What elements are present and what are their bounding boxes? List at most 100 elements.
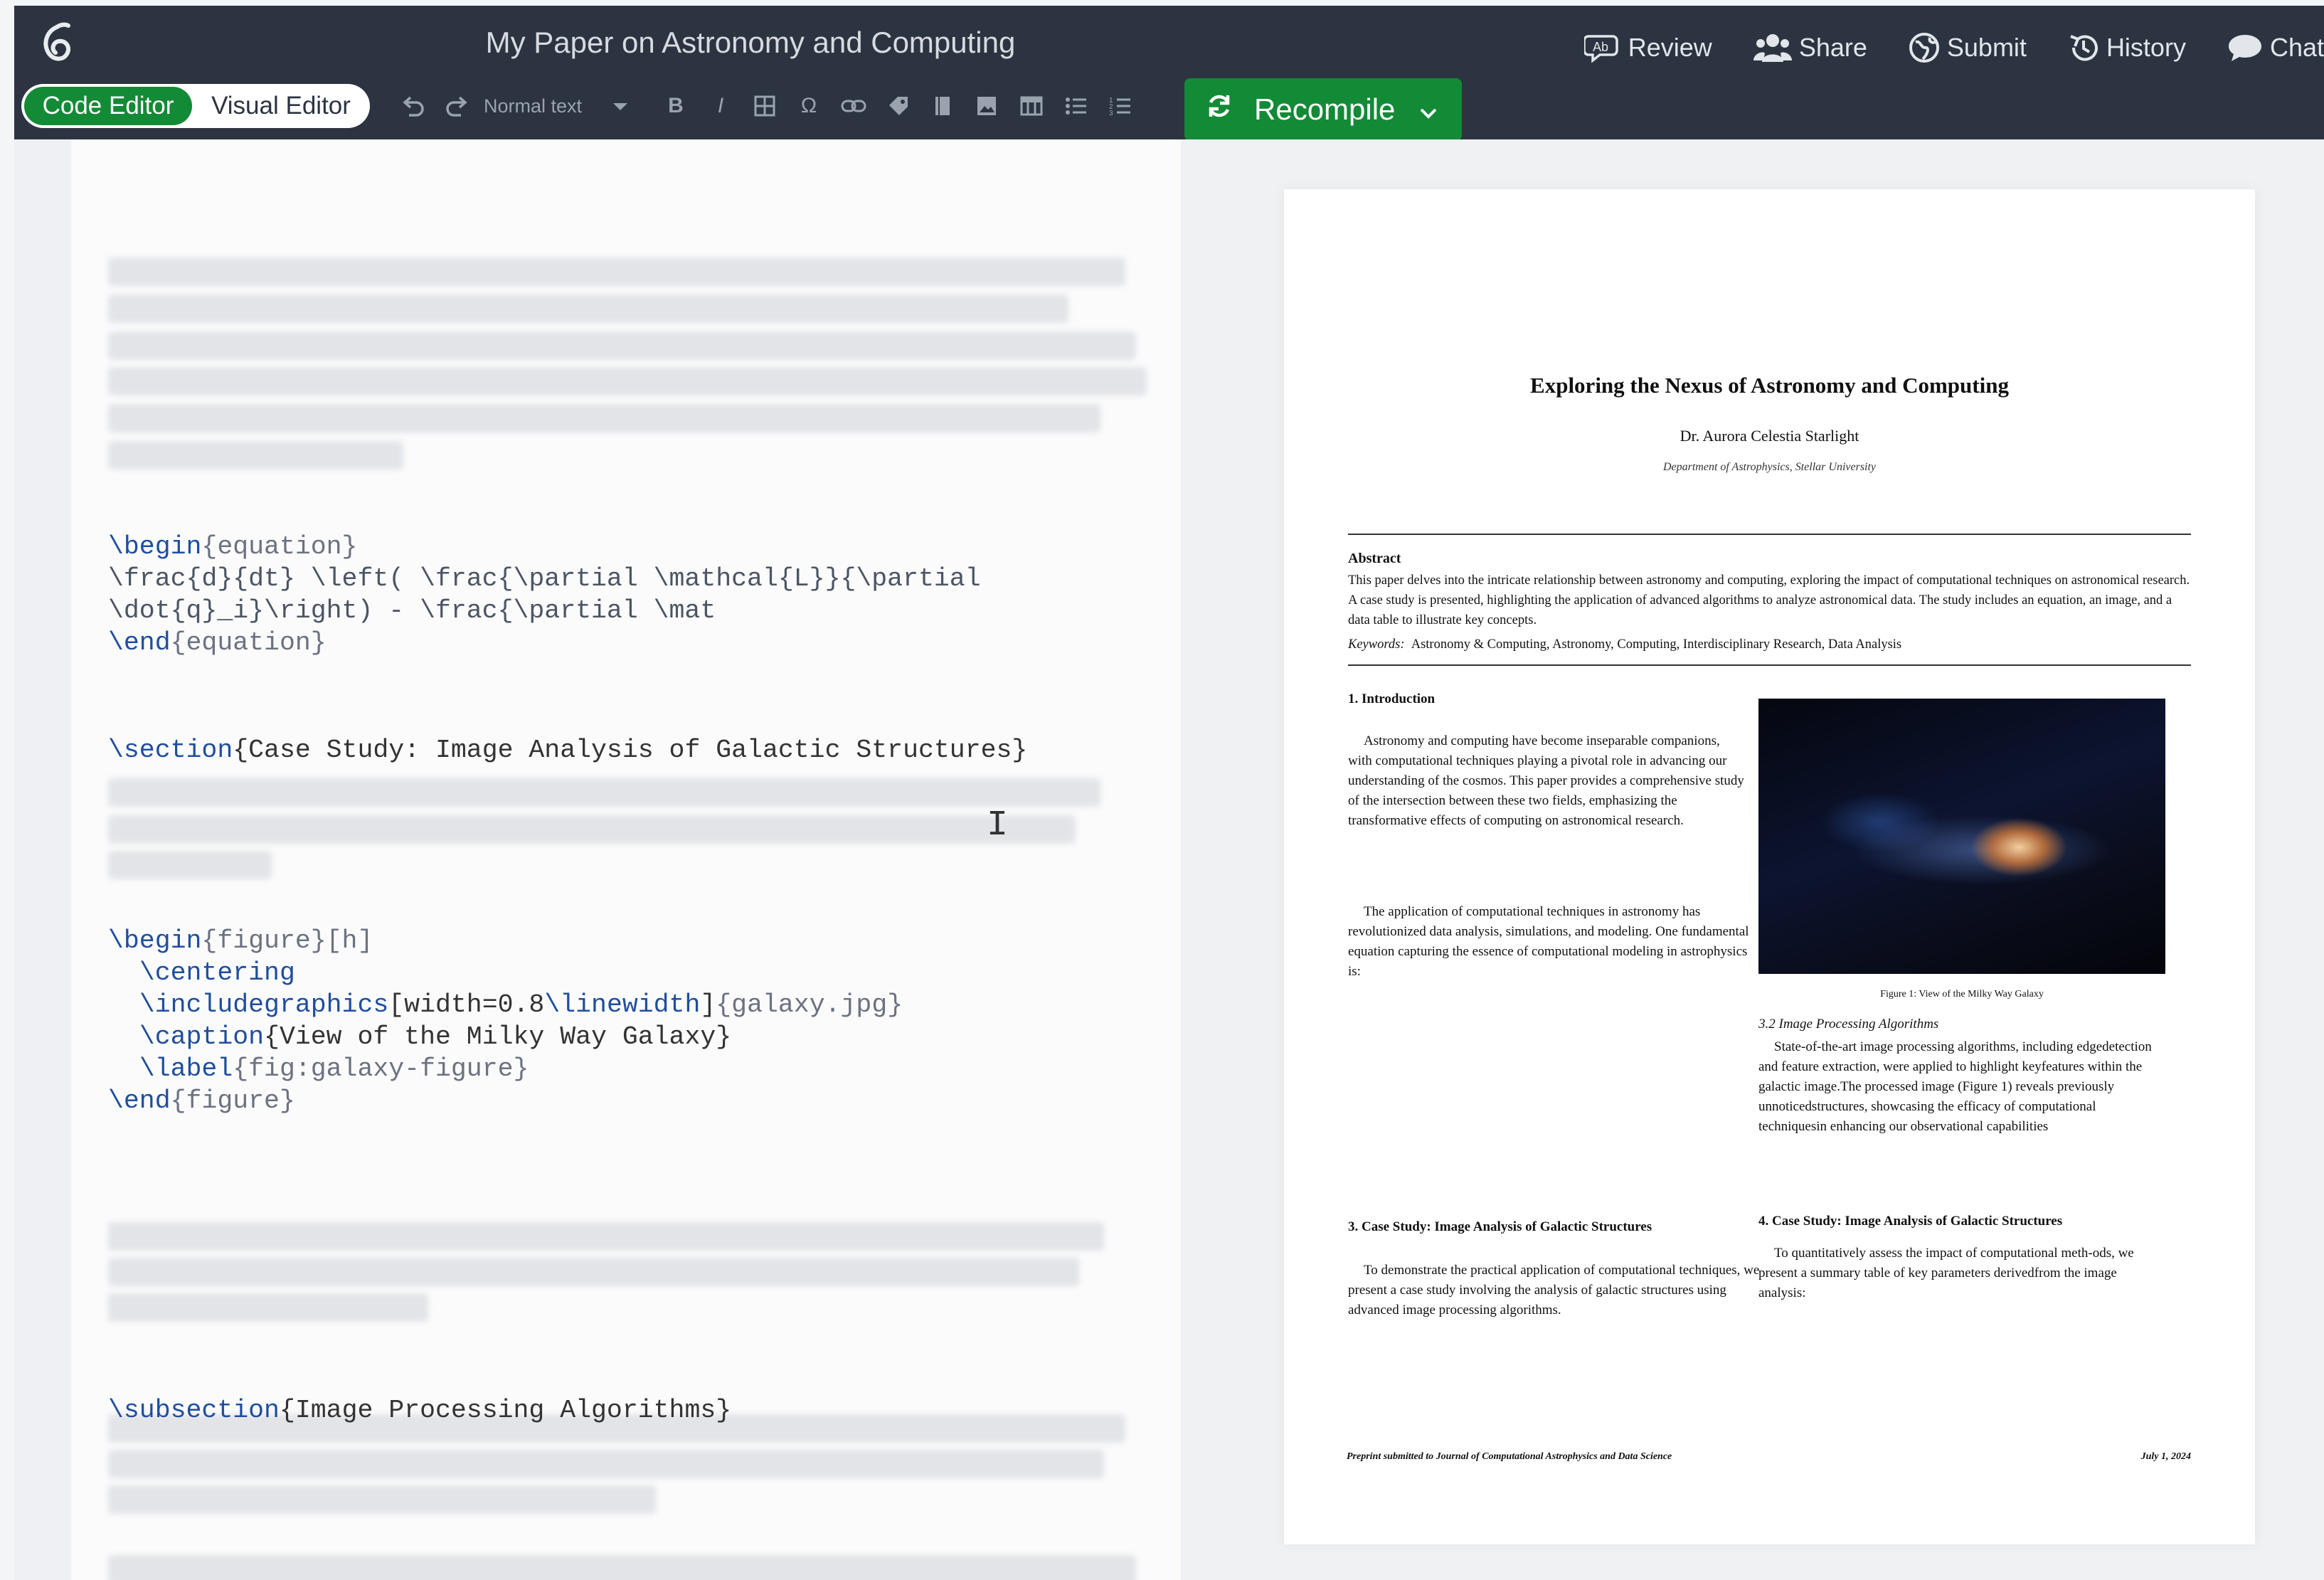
figure-code-block[interactable]: \begin{figure}[h] \centering \includegra… [108,925,903,1117]
top-actions: Ab Review Share Submit History Chat [1543,23,2324,73]
section-4-heading: 4. Case Study: Image Analysis of Galacti… [1758,1214,2063,1229]
chevron-down-icon[interactable] [1419,92,1438,127]
review-button[interactable]: Ab Review [1583,32,1712,63]
insert-symbol-button[interactable]: Ω [791,88,827,124]
keywords-line: Keywords: Astronomy & Computing, Astrono… [1348,635,2195,654]
paper-title: Exploring the Nexus of Astronomy and Com… [1530,373,2009,398]
code-token: {Image Processing Algorithms} [279,1396,732,1425]
italic-icon: I [717,94,724,117]
share-people-icon [1753,34,1792,62]
figure-caption: Figure 1: View of the Milky Way Galaxy [1880,989,2044,1000]
symbol-table-button[interactable] [747,88,782,124]
blurred-code-line [108,295,1068,323]
code-token: {Case Study: Image Analysis of Galactic … [233,736,1028,765]
equation-code-block[interactable]: \begin{equation} \frac{d}{dt} \left( \fr… [108,531,981,659]
code-token: \end [108,1086,171,1115]
galaxy-figure-image [1758,699,2165,974]
review-label: Review [1628,33,1712,62]
insert-link-button[interactable] [836,88,871,124]
section-3-text: To demonstrate the practical application… [1348,1263,1760,1317]
svg-text:Ab: Ab [1593,40,1608,54]
code-line: \dot{q}_i}\right) - \frac{\partial \mat [108,596,716,625]
submit-label: Submit [1946,33,2027,62]
history-button[interactable]: History [2068,32,2186,63]
redo-button[interactable] [440,88,475,124]
chat-button[interactable]: Chat [2227,32,2324,63]
code-token: \end [108,628,171,657]
code-token: \caption [139,1022,265,1051]
introduction-paragraph-2: The application of computational techniq… [1348,904,1749,979]
code-editor-pane[interactable]: \begin{equation} \frac{d}{dt} \left( \fr… [14,139,1184,1580]
code-editor-toggle[interactable]: Code Editor [24,87,192,125]
chat-bubble-icon [2228,35,2261,61]
introduction-paragraph-1: Astronomy and computing have become inse… [1348,733,1744,828]
pdf-page: Exploring the Nexus of Astronomy and Com… [1284,189,2255,1544]
bullet-list-icon [1066,97,1086,115]
numbered-list-icon: 123 [1109,97,1130,117]
italic-button[interactable]: I [703,88,738,124]
blurred-code-line [108,441,403,470]
text-style-value: Normal text [484,95,583,117]
top-bar: My Paper on Astronomy and Computing Ab R… [14,6,2324,84]
blurred-code-line [108,1258,1079,1286]
globe-icon [1909,33,1939,63]
section-code-line[interactable]: \section{Case Study: Image Analysis of G… [108,734,1027,766]
introduction-heading: 1. Introduction [1348,691,1436,706]
insert-table-button[interactable] [1014,88,1049,124]
subsection-code-line[interactable]: \subsection{Image Processing Algorithms} [108,1394,731,1426]
code-token: {equation} [201,532,358,561]
editor-mode-switch: Code Editor Visual Editor [21,84,370,128]
code-token: ] [700,990,716,1019]
code-token: \section [108,736,233,765]
bullet-list-button[interactable] [1058,88,1094,124]
visual-editor-toggle[interactable]: Visual Editor [192,87,370,125]
paper-author: Dr. Aurora Celestia Starlight [1680,427,1859,445]
section-3-heading: 3. Case Study: Image Analysis of Galacti… [1348,1219,1652,1234]
keywords-value: Astronomy & Computing, Astronomy, Comput… [1411,637,1902,652]
keywords-label: Keywords: [1348,637,1405,652]
code-token: {galaxy.jpg} [716,990,903,1019]
table-icon [1020,96,1043,116]
share-button[interactable]: Share [1753,32,1867,63]
document-title[interactable]: My Paper on Astronomy and Computing [14,26,1487,60]
grid-icon [754,95,775,117]
pdf-preview-pane[interactable]: Exploring the Nexus of Astronomy and Com… [1184,139,2324,1580]
editor-toolbar: Code Editor Visual Editor Normal text B … [14,78,2324,141]
code-editor-content[interactable] [71,139,1181,1580]
blurred-code-line [108,404,1100,433]
review-icon: Ab [1583,35,1618,63]
blurred-code-line [108,1485,656,1514]
blurred-code-line [108,778,1100,807]
undo-icon [403,96,424,117]
undo-button[interactable] [395,88,430,124]
code-token: {fig:galaxy-figure} [233,1054,529,1083]
submit-button[interactable]: Submit [1909,32,2027,63]
refresh-icon [1206,92,1233,127]
preprint-footer: Preprint submitted to Journal of Computa… [1347,1451,1672,1462]
blurred-code-line [108,1293,428,1322]
blurred-code-line [108,851,272,879]
text-style-select[interactable]: Normal text [484,88,629,124]
code-token: {figure}[h] [201,926,373,955]
paper-affiliation: Department of Astrophysics, Stellar Univ… [1662,461,1877,473]
book-icon [935,97,950,115]
recompile-button[interactable]: Recompile [1184,78,1462,141]
section-4-text: To quantitatively assess the impact of c… [1758,1246,2134,1300]
text-cursor-icon: I [987,805,1009,846]
blurred-code-line [108,1450,1104,1478]
insert-figure-button[interactable] [969,88,1004,124]
divider [1348,534,2191,535]
redo-icon [446,96,467,117]
subsection-3-2-heading: 3.2 Image Processing Algorithms [1758,1017,1939,1032]
history-label: History [2106,33,2186,62]
link-icon [841,100,866,112]
blurred-code-line [108,258,1125,286]
code-token: {figure} [170,1086,295,1115]
insert-ref-button[interactable] [881,88,916,124]
bold-button[interactable]: B [658,88,694,124]
numbered-list-button[interactable]: 123 [1103,88,1138,124]
chevron-down-icon [612,95,629,117]
insert-cite-button[interactable] [925,88,960,124]
tag-icon [889,97,908,115]
bold-icon: B [668,94,684,117]
